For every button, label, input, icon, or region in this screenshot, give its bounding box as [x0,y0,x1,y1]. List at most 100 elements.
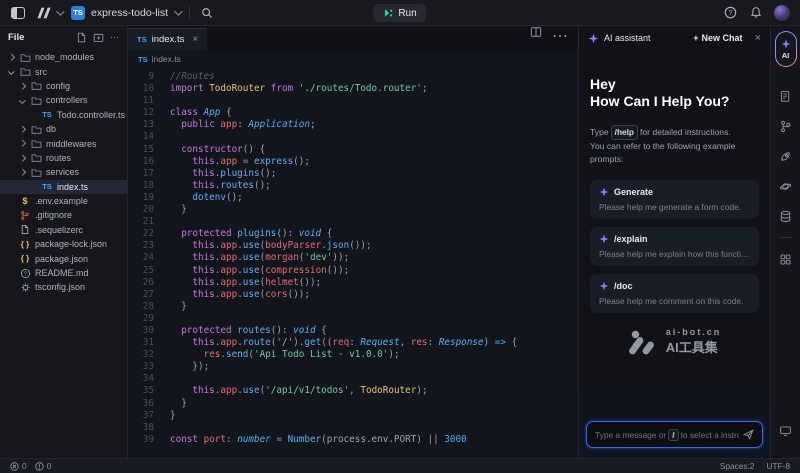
rail-icon-doc[interactable] [779,81,793,111]
error-count[interactable]: 0 [10,461,27,471]
file-tree-item-services[interactable]: services [0,165,127,179]
code-line-11: 11 [128,95,578,107]
ts-file-icon: TS [138,55,148,64]
prompt-description: Please help me generate a form code. [599,202,750,212]
tree-chevron-icon [8,68,14,74]
file-tree-item-index.ts[interactable]: TSindex.ts [0,180,127,194]
warning-icon [35,462,44,471]
file-tree-item-tsconfig.json[interactable]: tsconfig.json [0,280,127,294]
git-icon [19,210,31,221]
search-button[interactable] [199,5,215,21]
split-editor-icon[interactable] [530,26,542,38]
warning-count[interactable]: 0 [35,461,52,471]
file-name: controllers [46,95,88,105]
file-tree-item-package-lock.json[interactable]: { }package-lock.json [0,237,127,251]
folder-icon [30,152,42,163]
help-button[interactable]: ? [722,5,738,21]
code-line-13: 13 public app: Application; [128,119,578,131]
file-tree-item-Todo.controller.ts[interactable]: TSTodo.controller.ts [0,108,127,122]
file-tree-item-db[interactable]: db [0,122,127,136]
tab-close-icon[interactable]: × [192,34,198,45]
file-tree-item-src[interactable]: src [0,64,127,78]
notifications-button[interactable] [748,5,764,21]
file-tree-item-.gitignore[interactable]: .gitignore [0,208,127,222]
prompt-card-generate[interactable]: Generate Please help me generate a form c… [590,180,759,219]
encoding-setting[interactable]: UTF-8 [766,461,790,471]
rail-icon-apps[interactable] [779,244,793,274]
file-tree-item-config[interactable]: config [0,79,127,93]
indentation-setting[interactable]: Spaces:2 [720,461,755,471]
ai-panel-title: AI assistant [604,33,651,43]
project-switcher[interactable]: TS express-todo-list [71,6,180,20]
line-number: 25 [128,265,154,277]
file-tree-item-.sequelizerc[interactable]: .sequelizerc [0,223,127,237]
file-tree-item-.env.example[interactable]: $.env.example [0,194,127,208]
close-panel-icon[interactable]: × [755,32,761,44]
line-number: 23 [128,240,154,252]
rail-icon-planet[interactable] [779,171,793,201]
chevron-down-icon [174,7,182,15]
line-number: 30 [128,325,154,337]
code-line-27: 27 this.app.use(cors()); [128,289,578,301]
file-tree-item-node_modules[interactable]: node_modules [0,50,127,64]
new-chat-button[interactable]: + New Chat [693,33,742,43]
prompt-title: Generate [614,187,653,197]
file-tree-item-README.md[interactable]: ?README.md [0,266,127,280]
rail-icon-database[interactable] [779,201,793,231]
run-button[interactable]: Run [373,4,426,22]
file-tree-item-controllers[interactable]: controllers [0,93,127,107]
project-name: express-todo-list [91,7,168,19]
prompt-card-doc[interactable]: /docPlease help me comment on this code. [590,274,759,313]
line-number: 26 [128,277,154,289]
editor-more-icon[interactable]: ⋯ [552,26,568,46]
prompt-card-explain[interactable]: /explainPlease help me explain how this … [590,227,759,266]
sparkle-icon [599,187,609,197]
ai-tab-active[interactable]: AI [775,31,797,67]
error-icon [10,462,19,471]
file-tree-item-middlewares[interactable]: middlewares [0,136,127,150]
code-line-16: 16 this.app = express(); [128,156,578,168]
code-area[interactable]: 9//Routes10import TodoRouter from './rou… [128,68,578,458]
prompt-title: /explain [614,234,648,244]
file-name: package-lock.json [35,239,107,249]
rail-icon-monitor[interactable] [779,416,792,446]
line-number: 17 [128,168,154,180]
rail-divider [779,237,793,238]
breadcrumb[interactable]: TS index.ts [128,50,578,68]
sparkle-icon [599,281,609,291]
send-button[interactable] [743,429,754,440]
folder-icon [30,80,42,91]
code-line-35: 35 this.app.use('/api/v1/todos', TodoRou… [128,385,578,397]
prompt-title: /doc [614,281,633,291]
ts-project-icon: TS [71,6,85,20]
line-number: 14 [128,131,154,143]
new-file-icon[interactable] [76,32,87,43]
line-number: 11 [128,95,154,107]
explorer-more-icon[interactable]: ⋯ [110,32,119,43]
slash-kbd: / [668,429,678,441]
line-number: 20 [128,204,154,216]
rail-icon-git-branch[interactable] [779,111,793,141]
code-line-19: 19 dotenv(); [128,192,578,204]
rail-icon-rocket[interactable] [779,141,793,171]
code-line-24: 24 this.app.use(morgan('dev')); [128,252,578,264]
sidebar-toggle-button[interactable] [10,5,26,21]
chat-input[interactable]: Type a message or/to select a instructio… [586,421,763,448]
line-number: 31 [128,337,154,349]
file-tree-item-routes[interactable]: routes [0,151,127,165]
code-line-32: 32 res.send('Api Todo List - v1.0.0'); [128,349,578,361]
line-number: 15 [128,144,154,156]
tab-index-ts[interactable]: TS index.ts × [128,28,207,50]
code-line-14: 14 [128,131,578,143]
chat-input-placeholder: Type a message or/to select a instructio… [595,429,739,441]
topbar: TS express-todo-list Run ? [0,0,800,26]
new-folder-icon[interactable] [93,32,104,43]
breadcrumb-label: index.ts [152,54,181,64]
user-avatar[interactable] [774,5,790,21]
readme-icon: ? [19,268,31,279]
run-play-icon [383,8,393,18]
ai-bot-logo-icon [628,329,658,355]
app-logo[interactable] [35,5,62,20]
file-tree-item-package.json[interactable]: { }package.json [0,251,127,265]
watermark: ai-bot.cn AI工具集 [590,327,759,356]
